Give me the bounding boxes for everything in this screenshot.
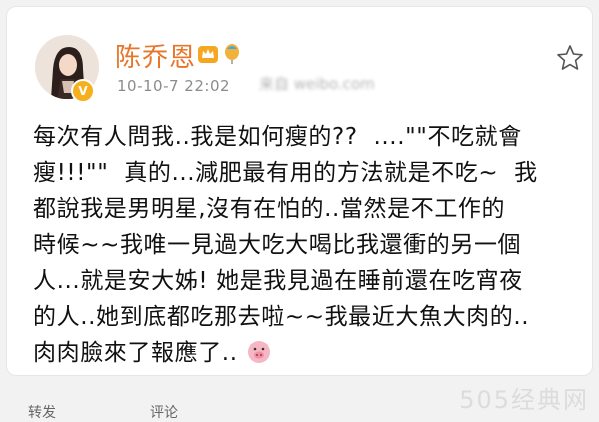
pig-face-emoji: [247, 341, 270, 363]
post-line: 瘦!!!"" 真的...減肥最有用的方法就是不吃~ 我: [33, 160, 538, 186]
star-icon[interactable]: [555, 43, 585, 73]
post-line: 肉肉臉來了報應了..: [33, 340, 238, 366]
post-line: 每次有人問我..我是如何瘦的?? ....""不吃就會: [33, 124, 522, 150]
post-body: 每次有人問我..我是如何瘦的?? ....""不吃就會 瘦!!!"" 真的...減…: [33, 119, 589, 371]
vip-crown-icon[interactable]: [197, 43, 219, 65]
comment-button[interactable]: 评论: [150, 402, 178, 422]
post-line: 人...就是安大姊! 她是我見過在睡前還在吃宵夜: [33, 268, 523, 294]
action-bar: 转发 评论: [0, 402, 599, 422]
post-line: 時候~~我唯一見過大吃大喝比我還衝的另一個: [33, 232, 522, 258]
repost-button[interactable]: 转发: [28, 402, 56, 422]
post-line: 的人..她到底都吃那去啦~~我最近大魚大肉的..: [33, 304, 530, 330]
verified-badge-icon: V: [71, 79, 95, 103]
balloon-icon[interactable]: [221, 43, 243, 65]
post-timestamp[interactable]: 10-10-7 22:02: [117, 77, 230, 95]
post-source: 来自 weibo.com: [259, 75, 375, 93]
weibo-post-card: V 陈乔恩 10-10-7 22:02 来自 weibo.com 每次有人問我.…: [6, 6, 593, 376]
post-line-last: 肉肉臉來了報應了..: [33, 335, 589, 371]
post-line: 都說我是男明星,沒有在怕的..當然是不工作的: [33, 196, 506, 222]
author-name[interactable]: 陈乔恩: [115, 37, 196, 74]
